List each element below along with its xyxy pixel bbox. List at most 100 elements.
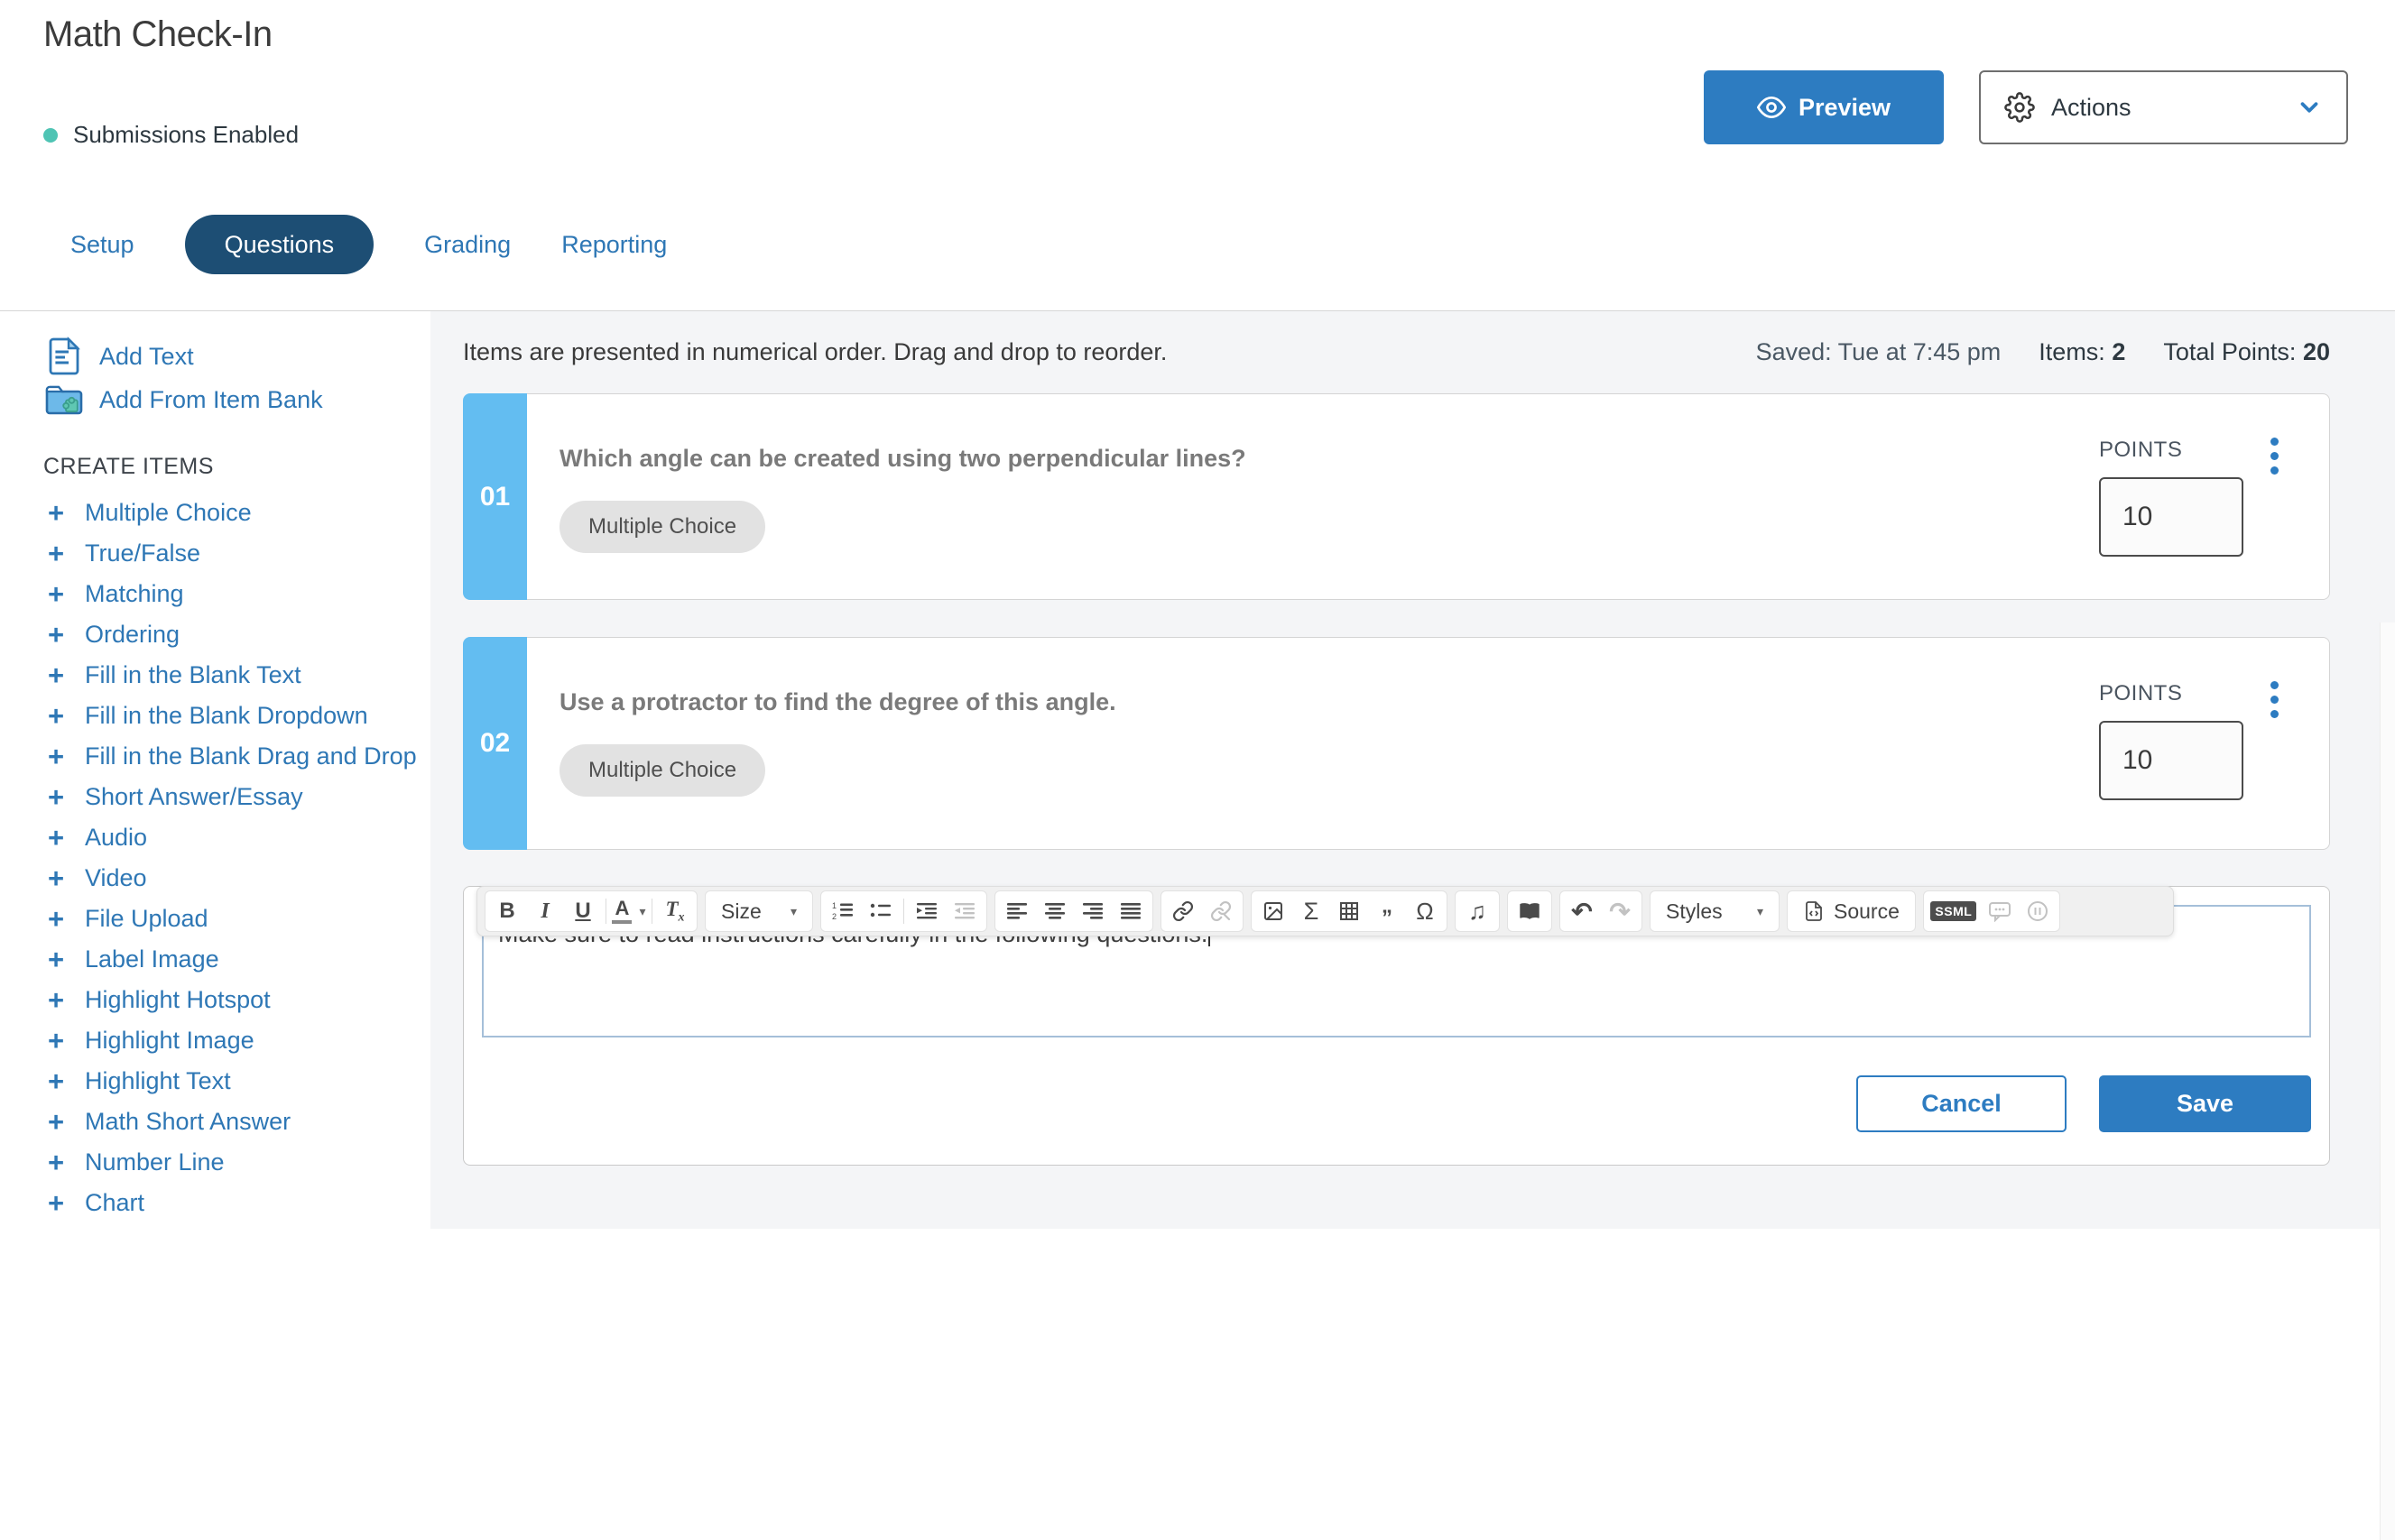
- plus-icon: +: [43, 1067, 69, 1095]
- sidebar-item-matching[interactable]: +Matching: [43, 574, 430, 614]
- sidebar-item-math-short-answer[interactable]: +Math Short Answer: [43, 1102, 430, 1142]
- plus-icon: +: [43, 1189, 69, 1217]
- caret-down-icon: ▾: [791, 904, 797, 919]
- justify-button[interactable]: [1112, 893, 1150, 929]
- plus-icon: +: [43, 945, 69, 973]
- redo-button[interactable]: ↷: [1601, 893, 1639, 929]
- tab-grading[interactable]: Grading: [424, 231, 511, 259]
- sidebar-item-highlight-hotspot[interactable]: +Highlight Hotspot: [43, 980, 430, 1020]
- points-input[interactable]: [2099, 721, 2243, 800]
- question-card-1: 01 Which angle can be created using two …: [463, 393, 2330, 600]
- comment-button[interactable]: [1981, 893, 2019, 929]
- plus-icon: +: [43, 580, 69, 608]
- kebab-menu-icon[interactable]: [2267, 678, 2282, 722]
- sidebar-item-audio[interactable]: +Audio: [43, 817, 430, 858]
- unlink-button[interactable]: [1202, 893, 1240, 929]
- dictionary-button[interactable]: [1511, 893, 1549, 929]
- rich-text-toolbar: B I U A ▾ Tx Size▾: [476, 886, 2174, 936]
- sidebar-item-highlight-image[interactable]: +Highlight Image: [43, 1020, 430, 1061]
- actions-button[interactable]: Actions: [1979, 70, 2348, 144]
- saved-timestamp: Saved: Tue at 7:45 pm: [1756, 338, 2002, 366]
- sidebar-item-fitb-text[interactable]: +Fill in the Blank Text: [43, 655, 430, 696]
- bold-button[interactable]: B: [488, 893, 526, 929]
- sidebar: Add Text Add From Item Bank CREATE ITEMS…: [0, 311, 430, 1229]
- plus-icon: +: [43, 661, 69, 689]
- underline-button[interactable]: U: [564, 893, 602, 929]
- tab-questions[interactable]: Questions: [185, 215, 375, 274]
- create-items-list: +Multiple Choice +True/False +Matching +…: [43, 493, 430, 1223]
- add-from-item-bank-link[interactable]: Add From Item Bank: [43, 378, 430, 421]
- cancel-button[interactable]: Cancel: [1856, 1075, 2067, 1132]
- tab-setup[interactable]: Setup: [70, 231, 134, 259]
- sidebar-item-short-answer[interactable]: +Short Answer/Essay: [43, 777, 430, 817]
- preview-label: Preview: [1799, 94, 1891, 122]
- sidebar-item-fitb-dropdown[interactable]: +Fill in the Blank Dropdown: [43, 696, 430, 736]
- sidebar-item-number-line[interactable]: +Number Line: [43, 1142, 430, 1183]
- plus-icon: +: [43, 742, 69, 770]
- svg-text:1: 1: [832, 901, 837, 910]
- plus-icon: +: [43, 702, 69, 730]
- sidebar-item-label-image[interactable]: +Label Image: [43, 939, 430, 980]
- math-equation-button[interactable]: Σ: [1292, 893, 1330, 929]
- sidebar-item-file-upload[interactable]: +File Upload: [43, 899, 430, 939]
- ssml-button[interactable]: SSML: [1927, 893, 1981, 929]
- question-number-tab[interactable]: 02: [463, 637, 527, 850]
- plus-icon: +: [43, 905, 69, 933]
- sidebar-item-highlight-text[interactable]: +Highlight Text: [43, 1061, 430, 1102]
- points-input[interactable]: [2099, 477, 2243, 557]
- status-text: Submissions Enabled: [73, 121, 299, 149]
- font-color-button[interactable]: A ▾: [610, 893, 648, 929]
- align-center-button[interactable]: [1036, 893, 1074, 929]
- sidebar-item-fitb-drag-drop[interactable]: +Fill in the Blank Drag and Drop: [43, 736, 430, 777]
- undo-button[interactable]: ↶: [1563, 893, 1601, 929]
- points-block: POINTS: [2099, 681, 2243, 800]
- indent-button[interactable]: [908, 893, 946, 929]
- source-button[interactable]: Source: [1790, 893, 1912, 929]
- scrollbar-track[interactable]: [2380, 622, 2395, 1540]
- kebab-menu-icon[interactable]: [2267, 434, 2282, 478]
- plus-icon: +: [43, 783, 69, 811]
- remove-format-button[interactable]: Tx: [656, 893, 694, 929]
- sidebar-item-video[interactable]: +Video: [43, 858, 430, 899]
- question-card-2: 02 Use a protractor to find the degree o…: [463, 637, 2330, 850]
- align-left-button[interactable]: [998, 893, 1036, 929]
- page-title: Math Check-In: [43, 14, 273, 55]
- link-button[interactable]: [1164, 893, 1202, 929]
- align-right-button[interactable]: [1074, 893, 1112, 929]
- tab-bar: Setup Questions Grading Reporting: [70, 215, 667, 274]
- sidebar-item-multiple-choice[interactable]: +Multiple Choice: [43, 493, 430, 533]
- numbered-list-button[interactable]: 12: [824, 893, 862, 929]
- insert-media-button[interactable]: ♫: [1458, 893, 1496, 929]
- items-count: Items: 2: [2039, 338, 2125, 366]
- outdent-button[interactable]: [946, 893, 984, 929]
- status-dot-icon: [43, 128, 58, 143]
- source-code-icon: [1803, 900, 1825, 922]
- italic-button[interactable]: I: [526, 893, 564, 929]
- question-type-badge: Multiple Choice: [559, 501, 765, 553]
- add-text-link[interactable]: Add Text: [43, 335, 430, 378]
- plus-icon: +: [43, 1148, 69, 1176]
- pause-button[interactable]: [2019, 893, 2057, 929]
- preview-button[interactable]: Preview: [1704, 70, 1944, 144]
- points-label: POINTS: [2099, 681, 2243, 706]
- add-from-item-bank-label: Add From Item Bank: [99, 386, 323, 414]
- plus-icon: +: [43, 621, 69, 649]
- submission-status: Submissions Enabled: [43, 121, 299, 149]
- tab-reporting[interactable]: Reporting: [561, 231, 667, 259]
- sidebar-item-chart[interactable]: +Chart: [43, 1183, 430, 1223]
- insert-table-button[interactable]: [1330, 893, 1368, 929]
- question-type-badge: Multiple Choice: [559, 744, 765, 797]
- sidebar-item-ordering[interactable]: +Ordering: [43, 614, 430, 655]
- insert-image-button[interactable]: [1254, 893, 1292, 929]
- plus-icon: +: [43, 986, 69, 1014]
- save-button[interactable]: Save: [2099, 1075, 2311, 1132]
- plus-icon: +: [43, 539, 69, 567]
- font-size-dropdown[interactable]: Size▾: [708, 893, 809, 929]
- sidebar-item-true-false[interactable]: +True/False: [43, 533, 430, 574]
- special-character-button[interactable]: Ω: [1406, 893, 1444, 929]
- blockquote-button[interactable]: ”: [1368, 893, 1406, 929]
- styles-dropdown[interactable]: Styles▾: [1653, 893, 1776, 929]
- points-label: POINTS: [2099, 438, 2243, 463]
- bulleted-list-button[interactable]: [862, 893, 900, 929]
- question-number-tab[interactable]: 01: [463, 393, 527, 600]
